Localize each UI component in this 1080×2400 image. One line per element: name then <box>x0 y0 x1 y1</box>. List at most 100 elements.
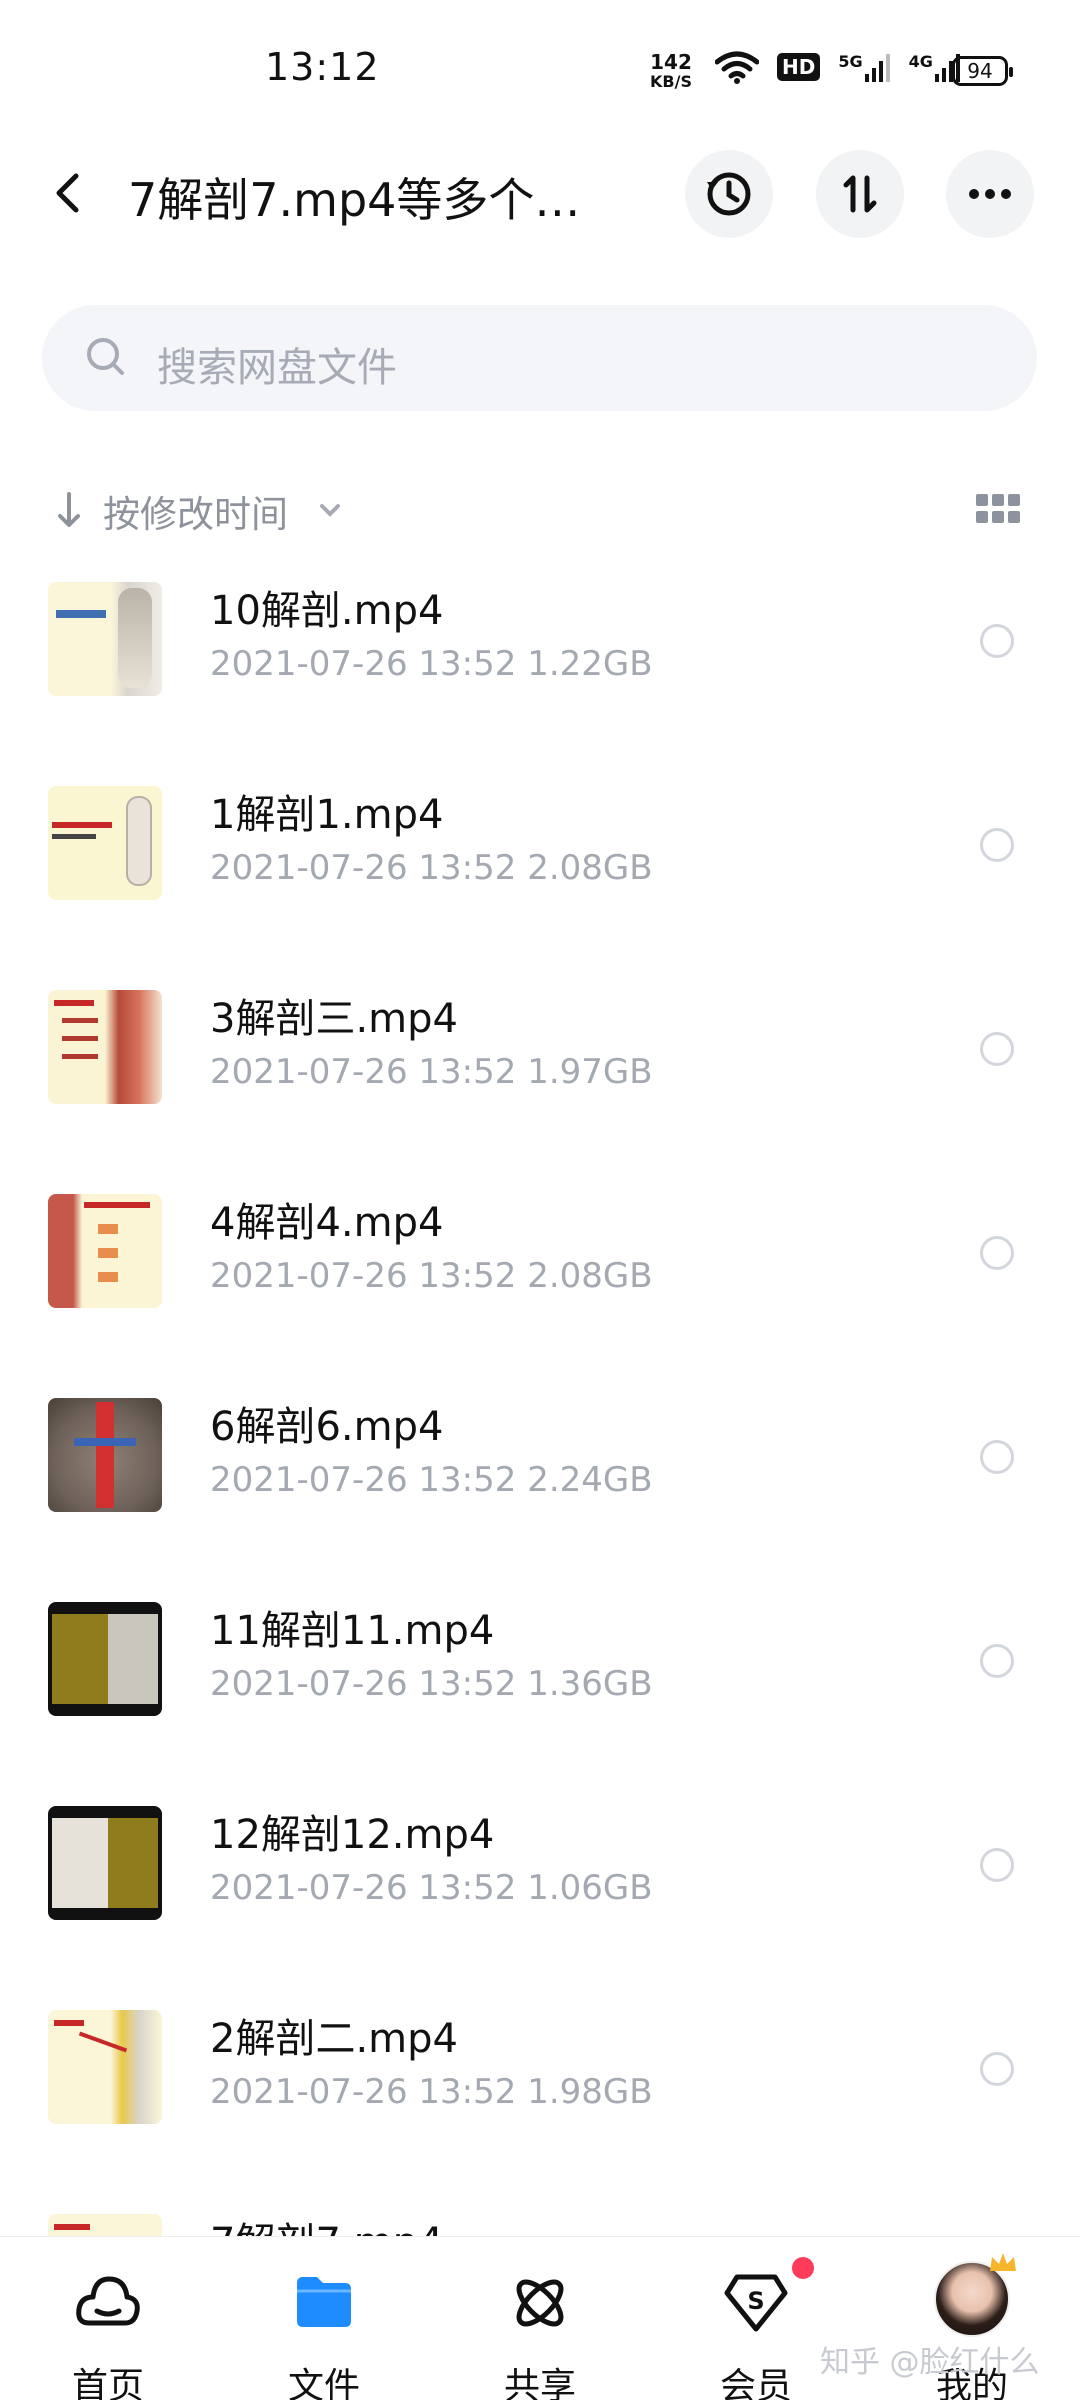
file-size: 1.06GB <box>527 1868 653 1908</box>
file-date: 2021-07-26 13:52 <box>210 644 517 684</box>
back-arrow-icon[interactable] <box>44 168 94 218</box>
signal-bars-icon <box>864 54 890 82</box>
file-size: 1.36GB <box>527 1664 653 1704</box>
file-meta: 2021-07-26 13:52 2.24GB <box>210 1460 653 1500</box>
file-meta: 2021-07-26 13:52 1.97GB <box>210 1052 653 1092</box>
cloud-home-icon <box>76 2276 140 2326</box>
hd-badge-text: HD <box>782 55 816 79</box>
status-bar: 13:12 142 KB/S HD 5G 4G 94 <box>0 0 1080 130</box>
nav-files[interactable]: 文件 <box>244 2237 404 2400</box>
video-thumbnail <box>48 1194 162 1308</box>
file-date: 2021-07-26 13:52 <box>210 2072 517 2112</box>
video-thumbnail <box>48 1602 162 1716</box>
file-row[interactable]: 11解剖11.mp4 2021-07-26 13:52 1.36GB <box>0 1578 1080 1782</box>
file-meta: 2021-07-26 13:52 2.08GB <box>210 848 653 888</box>
bottom-nav: 首页 文件 共享 S 会员 我的 知乎 @脸红什么 <box>0 2236 1080 2400</box>
battery-icon: 94 <box>952 56 1013 86</box>
file-name: 4解剖4.mp4 <box>210 1200 444 1246</box>
sort-toggle-button[interactable] <box>816 150 904 238</box>
file-row[interactable]: 4解剖4.mp4 2021-07-26 13:52 2.08GB <box>0 1170 1080 1374</box>
chevron-down-icon[interactable] <box>318 502 342 518</box>
top-bar: 7解剖7.mp4等多个… <box>0 140 1080 250</box>
video-thumbnail <box>48 582 162 696</box>
history-button[interactable] <box>685 150 773 238</box>
watermark-text: 知乎 @脸红什么 <box>820 2345 1040 2380</box>
arrow-down-icon <box>58 492 80 527</box>
folder-icon <box>297 2277 351 2327</box>
network-speed: 142 KB/S <box>650 52 692 92</box>
select-radio[interactable] <box>980 1848 1014 1882</box>
nav-home[interactable]: 首页 <box>28 2237 188 2400</box>
file-size: 1.22GB <box>527 644 653 684</box>
file-name: 11解剖11.mp4 <box>210 1608 495 1654</box>
file-name: 2解剖二.mp4 <box>210 2016 458 2062</box>
file-date: 2021-07-26 13:52 <box>210 1460 517 1500</box>
select-radio[interactable] <box>980 1440 1014 1474</box>
file-date: 2021-07-26 13:52 <box>210 848 517 888</box>
signal-5g: 5G <box>838 52 890 82</box>
file-size: 2.08GB <box>527 1256 653 1296</box>
file-name: 1解剖1.mp4 <box>210 792 444 838</box>
video-thumbnail <box>48 1398 162 1512</box>
status-time: 13:12 <box>265 45 380 89</box>
select-radio[interactable] <box>980 1032 1014 1066</box>
video-thumbnail <box>48 2010 162 2124</box>
search-icon <box>87 338 124 375</box>
more-dots-icon <box>969 189 1011 199</box>
file-row[interactable]: 3解剖三.mp4 2021-07-26 13:52 1.97GB <box>0 966 1080 1170</box>
crown-icon <box>990 2253 1016 2271</box>
file-size: 2.08GB <box>527 848 653 888</box>
search-input[interactable]: 搜索网盘文件 <box>42 305 1037 411</box>
file-meta: 2021-07-26 13:52 1.98GB <box>210 2072 653 2112</box>
svg-text:S: S <box>747 2287 764 2315</box>
nav-share[interactable]: 共享 <box>460 2237 620 2400</box>
file-meta: 2021-07-26 13:52 1.06GB <box>210 1868 653 1908</box>
select-radio[interactable] <box>980 624 1014 658</box>
file-meta: 2021-07-26 13:52 2.08GB <box>210 1256 653 1296</box>
file-name: 10解剖.mp4 <box>210 588 444 634</box>
more-options-button[interactable] <box>946 150 1034 238</box>
hd-badge-icon: HD <box>777 53 821 81</box>
sort-label[interactable]: 按修改时间 <box>103 484 288 538</box>
file-name: 12解剖12.mp4 <box>210 1812 495 1858</box>
file-size: 1.98GB <box>527 2072 653 2112</box>
file-browser-screen: { "status_bar": { "time": "13:12", "net_… <box>0 0 1080 2400</box>
network-speed-unit: KB/S <box>650 72 692 91</box>
file-row[interactable]: 12解剖12.mp4 2021-07-26 13:52 1.06GB <box>0 1782 1080 1986</box>
grid-view-icon[interactable] <box>976 494 1020 524</box>
vip-diamond-icon: S <box>724 2274 788 2332</box>
file-row[interactable]: 6解剖6.mp4 2021-07-26 13:52 2.24GB <box>0 1374 1080 1578</box>
video-thumbnail <box>48 990 162 1104</box>
nav-home-label: 首页 <box>71 2366 144 2400</box>
nav-vip-label: 会员 <box>719 2366 792 2400</box>
page-title: 7解剖7.mp4等多个… <box>128 173 581 227</box>
nav-share-label: 共享 <box>503 2366 576 2400</box>
file-date: 2021-07-26 13:52 <box>210 1052 517 1092</box>
select-radio[interactable] <box>980 1644 1014 1678</box>
file-meta: 2021-07-26 13:52 1.22GB <box>210 644 653 684</box>
file-row[interactable]: 2解剖二.mp4 2021-07-26 13:52 1.98GB <box>0 1986 1080 2190</box>
video-thumbnail <box>48 786 162 900</box>
history-icon <box>707 172 751 216</box>
file-size: 1.97GB <box>527 1052 653 1092</box>
sort-arrows-icon <box>843 175 877 213</box>
sort-row: 按修改时间 <box>0 470 1080 550</box>
file-meta: 2021-07-26 13:52 1.36GB <box>210 1664 653 1704</box>
avatar <box>934 2253 1016 2337</box>
nav-files-label: 文件 <box>287 2366 360 2400</box>
network-speed-value: 142 <box>650 50 692 74</box>
search-placeholder: 搜索网盘文件 <box>157 345 397 391</box>
file-date: 2021-07-26 13:52 <box>210 1664 517 1704</box>
file-date: 2021-07-26 13:52 <box>210 1868 517 1908</box>
file-name: 6解剖6.mp4 <box>210 1404 444 1450</box>
select-radio[interactable] <box>980 828 1014 862</box>
video-thumbnail <box>48 1806 162 1920</box>
file-date: 2021-07-26 13:52 <box>210 1256 517 1296</box>
select-radio[interactable] <box>980 2052 1014 2086</box>
select-radio[interactable] <box>980 1236 1014 1270</box>
file-row[interactable]: 1解剖1.mp4 2021-07-26 13:52 2.08GB <box>0 762 1080 966</box>
signal-4g-label: 4G <box>908 52 933 71</box>
notification-dot <box>792 2257 814 2279</box>
file-row[interactable]: 10解剖.mp4 2021-07-26 13:52 1.22GB <box>0 558 1080 762</box>
battery-level: 94 <box>967 59 993 83</box>
